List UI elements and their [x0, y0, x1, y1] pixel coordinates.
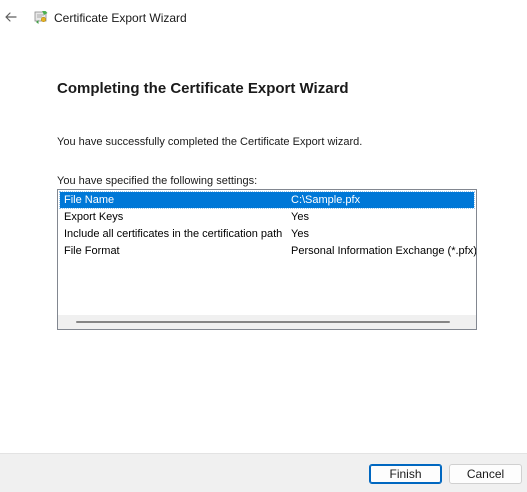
list-item[interactable]: File Name C:\Sample.pfx: [59, 191, 475, 209]
list-item[interactable]: File Format Personal Information Exchang…: [60, 243, 477, 259]
setting-value: Yes: [291, 211, 309, 223]
list-item[interactable]: Include all certificates in the certific…: [60, 226, 474, 242]
setting-name: File Format: [64, 245, 120, 257]
setting-name: File Name: [64, 194, 115, 206]
title-bar: Certificate Export Wizard: [0, 0, 527, 34]
settings-list[interactable]: File Name C:\Sample.pfx Export Keys Yes …: [57, 189, 477, 330]
setting-value: C:\Sample.pfx: [291, 194, 361, 206]
cancel-button[interactable]: Cancel: [449, 464, 522, 484]
button-bar: Finish Cancel: [0, 453, 527, 492]
setting-name: Export Keys: [64, 211, 124, 223]
scrollbar-thumb[interactable]: [76, 321, 450, 323]
window-title: Certificate Export Wizard: [54, 11, 187, 25]
list-item[interactable]: Export Keys Yes: [60, 209, 474, 225]
settings-label: You have specified the following setting…: [57, 175, 258, 187]
back-arrow-icon[interactable]: [3, 9, 19, 25]
certificate-icon: [33, 9, 49, 25]
setting-value: Yes: [291, 228, 309, 240]
wizard-window: Certificate Export Wizard Completing the…: [0, 0, 527, 492]
success-message: You have successfully completed the Cert…: [57, 136, 363, 148]
page-heading: Completing the Certificate Export Wizard: [57, 80, 349, 97]
horizontal-scrollbar[interactable]: [58, 315, 476, 329]
finish-button[interactable]: Finish: [369, 464, 442, 484]
setting-name: Include all certificates in the certific…: [64, 228, 283, 240]
setting-value: Personal Information Exchange (*.pfx): [291, 245, 477, 257]
